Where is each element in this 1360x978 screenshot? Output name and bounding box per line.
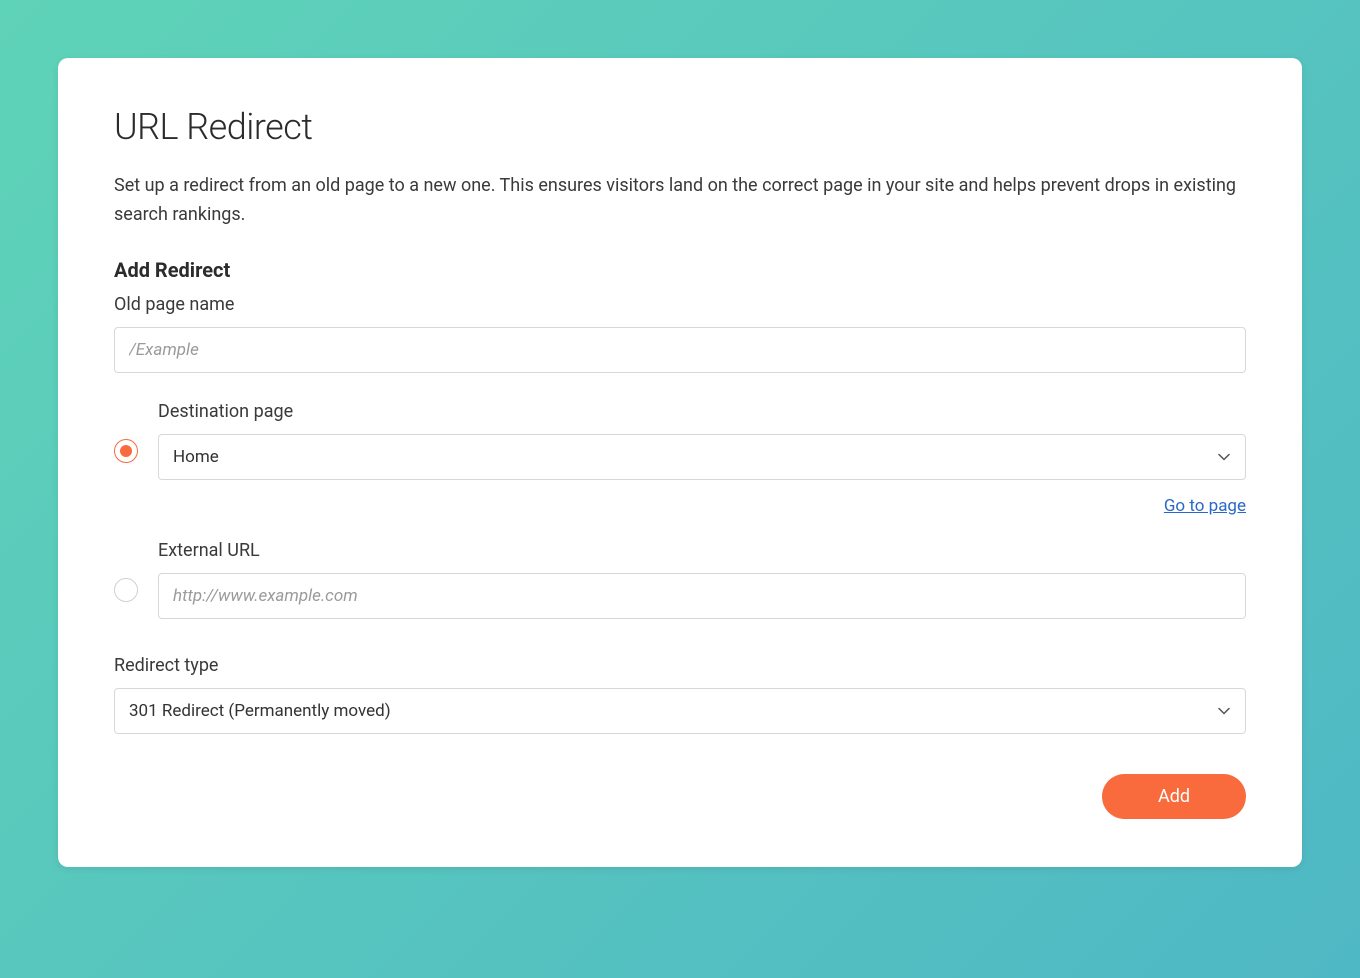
external-url-label: External URL (158, 540, 1246, 561)
page-description: Set up a redirect from an old page to a … (114, 172, 1246, 230)
destination-radio[interactable] (114, 439, 138, 463)
old-page-label: Old page name (114, 294, 1246, 315)
add-button[interactable]: Add (1102, 774, 1246, 819)
destination-row: Destination page Home Go to page (114, 401, 1246, 516)
external-radio[interactable] (114, 578, 138, 602)
external-row: External URL (114, 540, 1246, 619)
add-redirect-heading: Add Redirect (114, 258, 1246, 282)
old-page-input[interactable] (114, 327, 1246, 373)
page-title: URL Redirect (114, 106, 1246, 148)
destination-label: Destination page (158, 401, 1246, 422)
redirect-type-label: Redirect type (114, 655, 1246, 676)
go-to-page-link[interactable]: Go to page (1164, 496, 1246, 516)
url-redirect-card: URL Redirect Set up a redirect from an o… (58, 58, 1302, 867)
redirect-type-select[interactable]: 301 Redirect (Permanently moved) (114, 688, 1246, 734)
destination-select[interactable]: Home (158, 434, 1246, 480)
external-url-input[interactable] (158, 573, 1246, 619)
